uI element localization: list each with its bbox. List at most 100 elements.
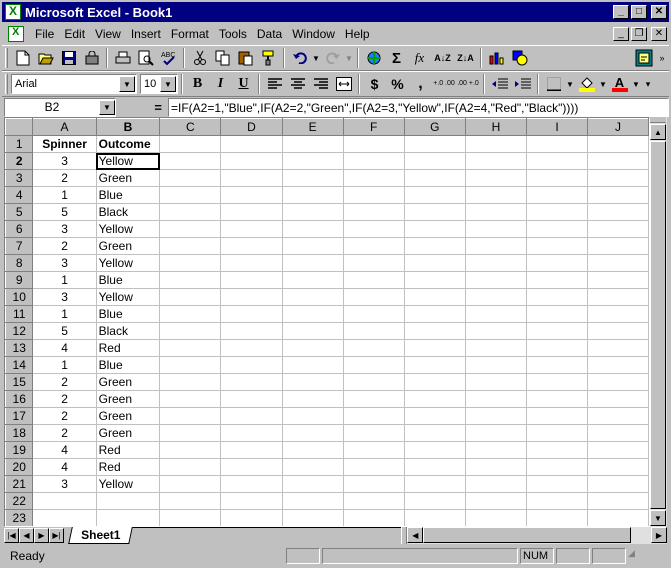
fill-color-icon[interactable] bbox=[575, 73, 598, 95]
title-bar[interactable]: Microsoft Excel - Book1 _ □ ✕ bbox=[2, 2, 669, 22]
empty-cell[interactable] bbox=[159, 509, 222, 526]
row-header[interactable]: 2 bbox=[5, 152, 34, 170]
cell-b[interactable]: Black bbox=[96, 203, 161, 221]
formula-input[interactable]: =IF(A2=1,"Blue",IF(A2=2,"Green",IF(A2=3,… bbox=[168, 97, 669, 117]
cell-a[interactable]: 3 bbox=[32, 475, 97, 493]
borders-dropdown-icon[interactable]: ▼ bbox=[565, 80, 575, 89]
cell-a[interactable]: 5 bbox=[32, 203, 97, 221]
row-header[interactable]: 4 bbox=[5, 186, 34, 204]
empty-cell[interactable] bbox=[343, 322, 405, 340]
save-icon[interactable] bbox=[57, 47, 80, 69]
close-button[interactable]: ✕ bbox=[651, 5, 667, 19]
doc-minimize-button[interactable]: _ bbox=[613, 26, 629, 41]
underline-button[interactable]: U bbox=[232, 73, 255, 95]
empty-cell[interactable] bbox=[404, 305, 466, 323]
row-header[interactable]: 11 bbox=[5, 305, 34, 323]
sheet-tab-sheet1[interactable]: Sheet1 bbox=[68, 527, 134, 544]
empty-cell[interactable] bbox=[159, 492, 222, 510]
empty-cell[interactable] bbox=[404, 271, 466, 289]
empty-cell[interactable] bbox=[220, 237, 283, 255]
drawing-icon[interactable] bbox=[508, 47, 531, 69]
cell-a[interactable]: 1 bbox=[32, 305, 97, 323]
empty-cell[interactable] bbox=[220, 135, 283, 153]
empty-cell[interactable] bbox=[343, 186, 405, 204]
row-header[interactable]: 21 bbox=[5, 475, 34, 493]
empty-cell[interactable] bbox=[404, 441, 466, 459]
empty-cell[interactable] bbox=[343, 373, 405, 391]
toolbar-options-icon[interactable]: ▾ bbox=[641, 73, 655, 95]
name-box[interactable]: B2 ▼ bbox=[4, 97, 116, 117]
cell-a[interactable]: 2 bbox=[32, 373, 97, 391]
empty-cell[interactable] bbox=[220, 220, 283, 238]
redo-icon[interactable] bbox=[321, 47, 344, 69]
empty-cell[interactable] bbox=[282, 509, 344, 526]
empty-cell[interactable] bbox=[526, 237, 588, 255]
empty-cell[interactable] bbox=[526, 288, 588, 306]
empty-cell[interactable] bbox=[526, 135, 588, 153]
empty-cell[interactable] bbox=[220, 288, 283, 306]
scroll-left-icon[interactable]: ◀ bbox=[407, 527, 424, 543]
select-all-button[interactable] bbox=[5, 118, 34, 136]
edit-formula-button[interactable]: = bbox=[116, 100, 168, 115]
percent-button[interactable]: % bbox=[386, 73, 409, 95]
cell-a[interactable]: 2 bbox=[32, 237, 97, 255]
row-header[interactable]: 18 bbox=[5, 424, 34, 442]
empty-cell[interactable] bbox=[220, 203, 283, 221]
empty-cell[interactable] bbox=[159, 220, 222, 238]
merge-center-icon[interactable] bbox=[332, 73, 355, 95]
empty-cell[interactable] bbox=[159, 305, 222, 323]
empty-cell[interactable] bbox=[343, 220, 405, 238]
cell-b[interactable]: Green bbox=[96, 407, 161, 425]
empty-cell[interactable] bbox=[526, 407, 588, 425]
cell-a[interactable] bbox=[32, 492, 97, 510]
cell-b[interactable] bbox=[96, 492, 161, 510]
undo-dropdown-icon[interactable]: ▼ bbox=[311, 54, 321, 63]
toolbar-grip[interactable] bbox=[5, 74, 8, 94]
empty-cell[interactable] bbox=[465, 152, 528, 170]
empty-cell[interactable] bbox=[404, 424, 466, 442]
empty-cell[interactable] bbox=[587, 373, 649, 391]
empty-cell[interactable] bbox=[465, 305, 528, 323]
cell-b[interactable]: Green bbox=[96, 169, 161, 187]
row-header[interactable]: 7 bbox=[5, 237, 34, 255]
empty-cell[interactable] bbox=[404, 254, 466, 272]
decrease-decimal-button[interactable]: .00 +.0 bbox=[456, 73, 480, 95]
cell-a[interactable] bbox=[32, 509, 97, 526]
cell-a[interactable]: 1 bbox=[32, 356, 97, 374]
row-header[interactable]: 19 bbox=[5, 441, 34, 459]
empty-cell[interactable] bbox=[343, 407, 405, 425]
empty-cell[interactable] bbox=[587, 441, 649, 459]
empty-cell[interactable] bbox=[465, 509, 528, 526]
decrease-indent-icon[interactable] bbox=[488, 73, 511, 95]
prev-sheet-icon[interactable]: ◀ bbox=[19, 528, 34, 543]
menu-format[interactable]: Format bbox=[166, 27, 214, 41]
row-header[interactable]: 15 bbox=[5, 373, 34, 391]
empty-cell[interactable] bbox=[159, 254, 222, 272]
empty-cell[interactable] bbox=[220, 339, 283, 357]
function-icon[interactable]: fx bbox=[408, 47, 431, 69]
empty-cell[interactable] bbox=[220, 407, 283, 425]
empty-cell[interactable] bbox=[343, 492, 405, 510]
fill-color-dropdown-icon[interactable]: ▼ bbox=[598, 80, 608, 89]
empty-cell[interactable] bbox=[220, 271, 283, 289]
empty-cell[interactable] bbox=[282, 305, 344, 323]
chart-wizard-icon[interactable] bbox=[485, 47, 508, 69]
empty-cell[interactable] bbox=[282, 339, 344, 357]
cell-a[interactable]: Spinner bbox=[32, 135, 97, 153]
empty-cell[interactable] bbox=[220, 441, 283, 459]
empty-cell[interactable] bbox=[587, 305, 649, 323]
redo-dropdown-icon[interactable]: ▼ bbox=[344, 54, 354, 63]
cell-a[interactable]: 1 bbox=[32, 186, 97, 204]
empty-cell[interactable] bbox=[526, 220, 588, 238]
worksheet-grid[interactable]: A B C D E F G H I J 1 Spinner Outcome 2 3 Yel… bbox=[4, 117, 650, 527]
empty-cell[interactable] bbox=[404, 390, 466, 408]
empty-cell[interactable] bbox=[587, 424, 649, 442]
empty-cell[interactable] bbox=[587, 186, 649, 204]
sort-descending-icon[interactable]: Z↓A bbox=[454, 47, 477, 69]
empty-cell[interactable] bbox=[587, 407, 649, 425]
empty-cell[interactable] bbox=[220, 492, 283, 510]
empty-cell[interactable] bbox=[587, 475, 649, 493]
empty-cell[interactable] bbox=[404, 322, 466, 340]
open-icon[interactable] bbox=[34, 47, 57, 69]
empty-cell[interactable] bbox=[343, 356, 405, 374]
